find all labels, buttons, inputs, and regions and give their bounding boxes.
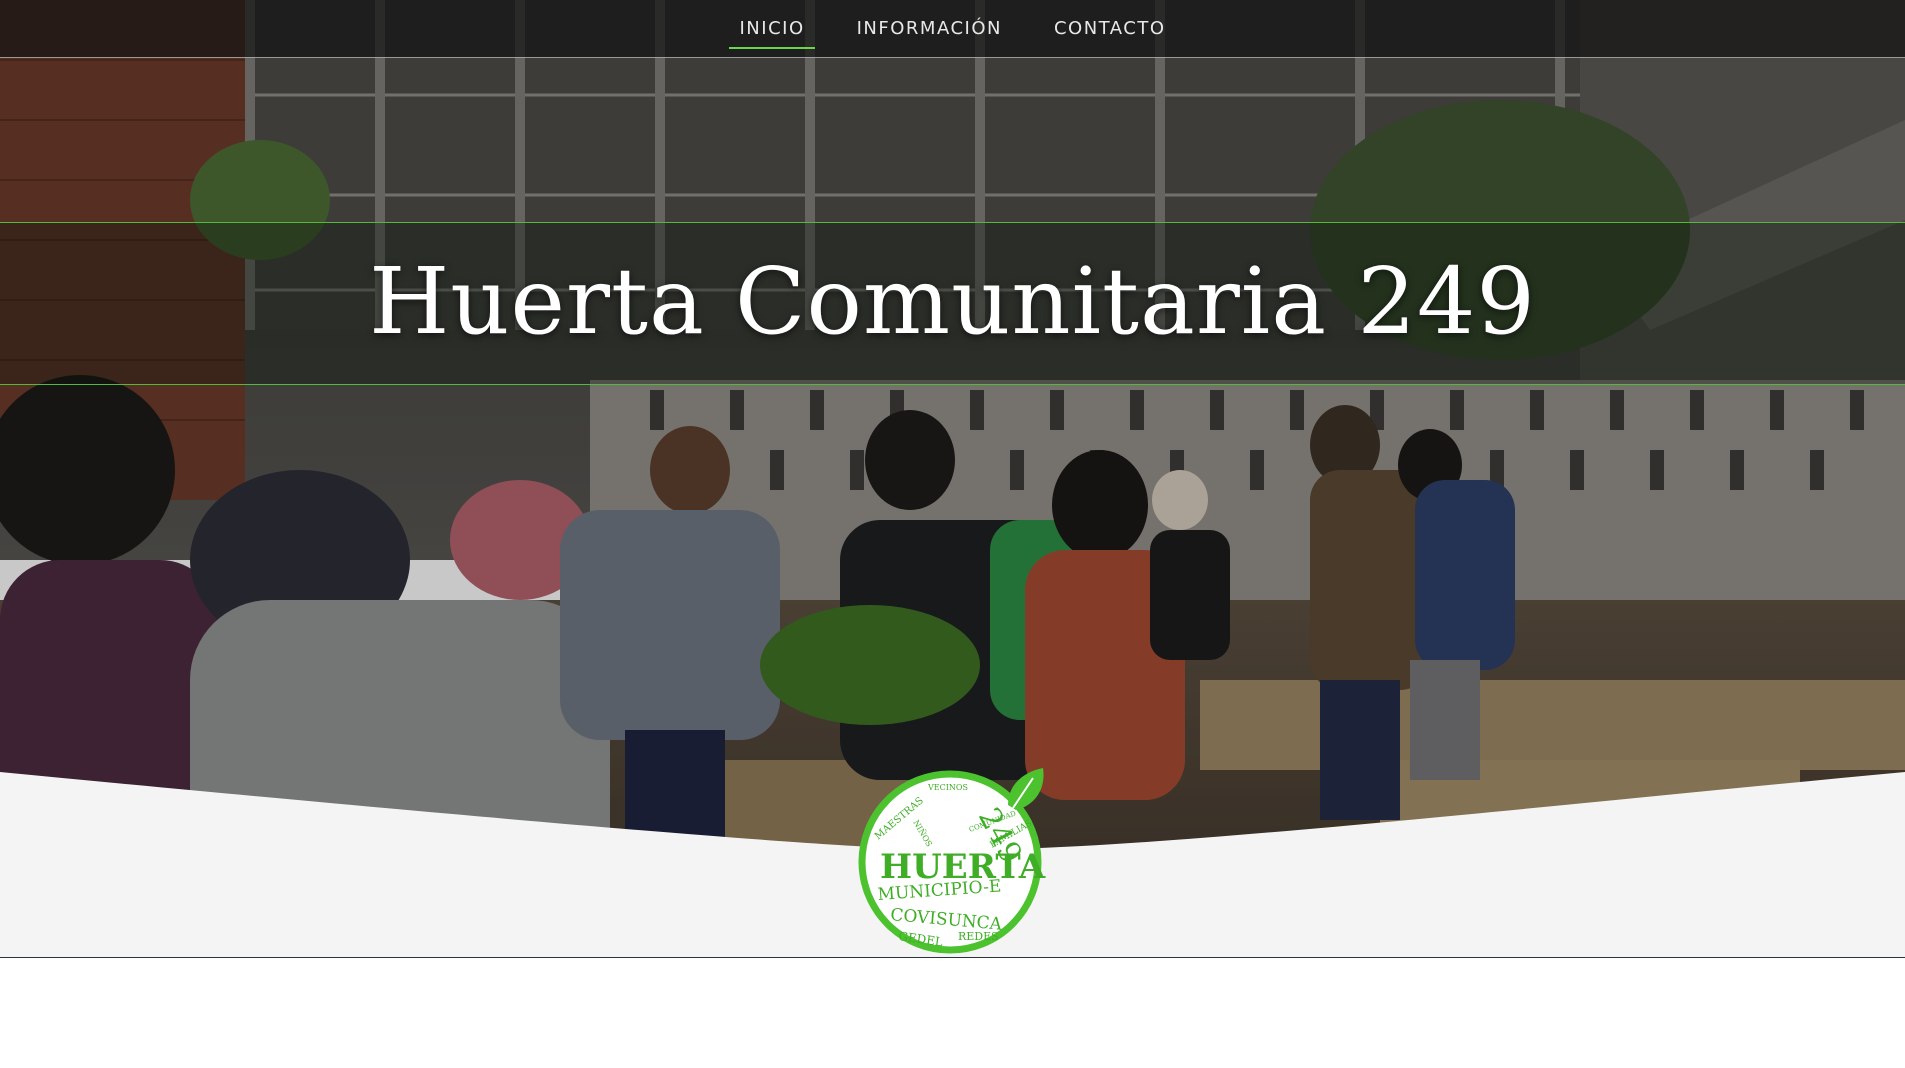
hero-title-band: Huerta Comunitaria 249 [0,222,1905,385]
nav-link-informacion[interactable]: INFORMACIÓN [847,10,1012,47]
top-navbar: INICIO INFORMACIÓN CONTACTO [0,0,1905,58]
logo-word-vecinos: VECINOS [927,783,968,792]
nav-item-contacto: CONTACTO [1044,18,1176,39]
nav-menu: INICIO INFORMACIÓN CONTACTO [0,0,1905,57]
logo-word-redes: REDES [958,930,999,943]
hero-section: INICIO INFORMACIÓN CONTACTO Huerta Comun… [0,0,1905,958]
huerta-249-logo[interactable]: 249 MAESTRAS FAMILIAS VECINOS NIÑOS COMU… [858,760,1058,958]
nav-link-inicio[interactable]: INICIO [729,10,814,47]
page-title: Huerta Comunitaria 249 [369,248,1536,355]
nav-item-informacion: INFORMACIÓN [847,18,1012,39]
nav-link-contacto[interactable]: CONTACTO [1044,10,1176,47]
nav-item-inicio: INICIO [729,18,814,39]
